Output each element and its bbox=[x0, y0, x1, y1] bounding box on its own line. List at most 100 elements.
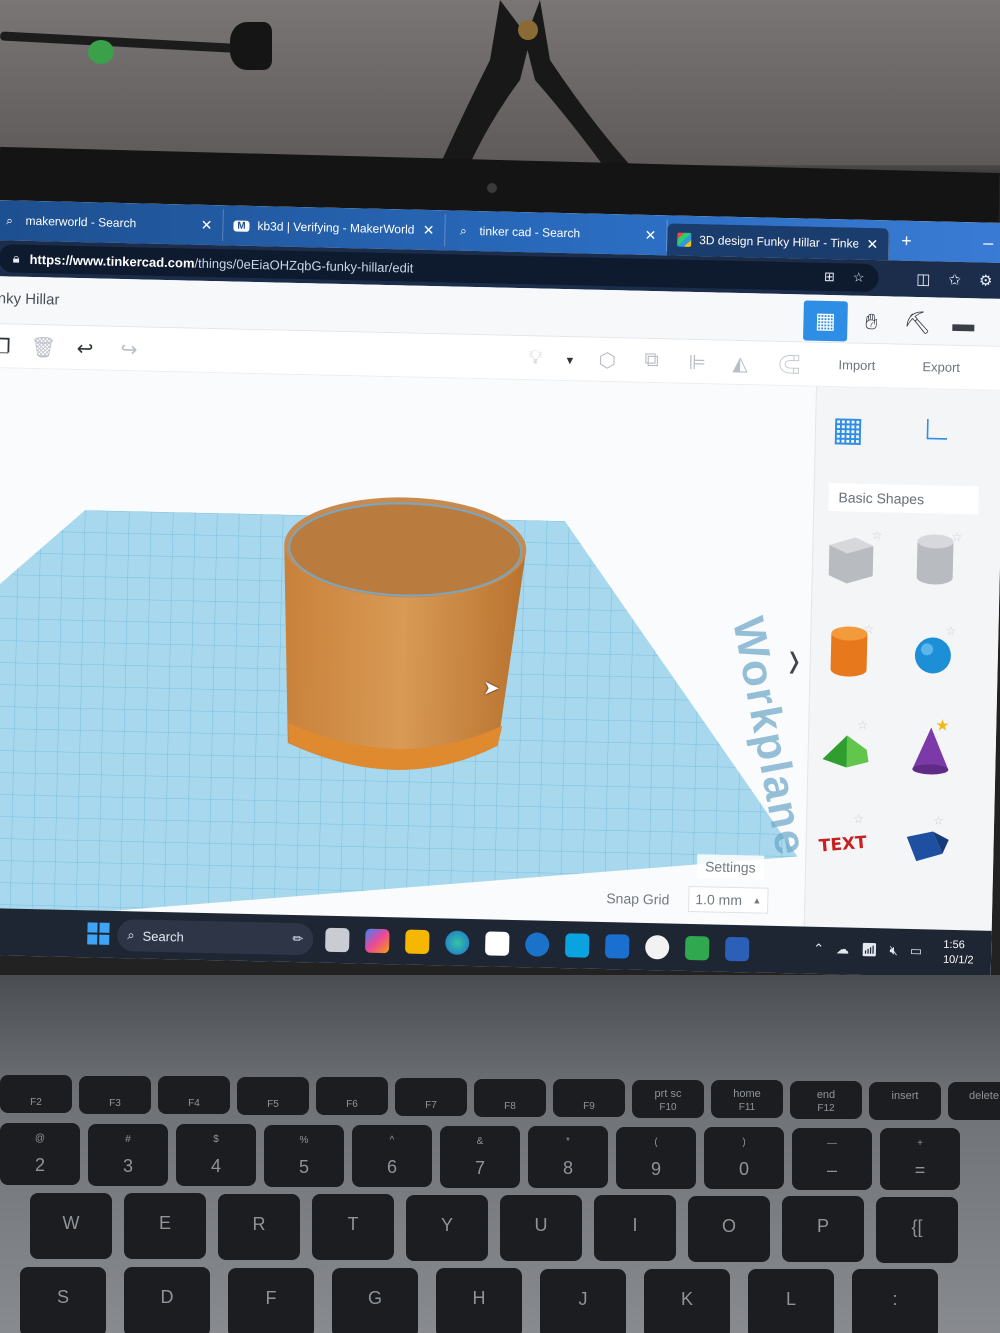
store-icon[interactable] bbox=[484, 931, 510, 956]
group-icon[interactable]: ⬡ bbox=[598, 348, 616, 373]
key-label: end bbox=[816, 1089, 836, 1101]
start-windows-icon[interactable] bbox=[87, 922, 110, 945]
favorite-star-icon[interactable]: ☆ bbox=[853, 270, 865, 286]
excel-icon[interactable] bbox=[684, 935, 710, 961]
keyboard-key: P bbox=[782, 1196, 864, 1263]
dell-icon[interactable] bbox=[524, 932, 550, 957]
copilot-icon[interactable] bbox=[365, 928, 390, 954]
app-available-icon[interactable]: ⊞ bbox=[824, 269, 835, 285]
tab-label: kb3d | Verifying - MakerWorld bbox=[257, 219, 415, 237]
star-icon[interactable]: ☆ bbox=[945, 624, 956, 638]
battery-icon[interactable]: ▭ bbox=[910, 943, 923, 959]
keyboard-key: F6 bbox=[316, 1077, 388, 1116]
keyboard-key: F5 bbox=[237, 1076, 309, 1115]
design-title[interactable]: nky Hillar bbox=[0, 290, 60, 308]
taskbar-clock[interactable]: 1:56 10/1/2 bbox=[943, 938, 974, 969]
close-icon[interactable]: ✕ bbox=[423, 221, 435, 238]
onedrive-icon[interactable]: ☁ bbox=[836, 941, 849, 957]
key-sublabel: F6 bbox=[346, 1099, 358, 1111]
key-label: K bbox=[680, 1288, 693, 1309]
tab-tinkercad-design[interactable]: 3D design Funky Hillar - Tinkerc ✕ bbox=[666, 223, 890, 261]
key-sublabel: F9 bbox=[583, 1101, 595, 1113]
close-icon[interactable]: ✕ bbox=[644, 226, 656, 243]
ruler-icon[interactable]: ∟ bbox=[920, 409, 954, 449]
light-bulb-icon[interactable]: 💡︎ bbox=[528, 346, 542, 369]
key-sublabel: & bbox=[476, 1135, 484, 1147]
sim-lab-button[interactable]: ✋︎ bbox=[849, 301, 894, 342]
file-explorer-icon[interactable] bbox=[405, 929, 430, 955]
key-sublabel: F11 bbox=[738, 1102, 756, 1114]
wifi-icon[interactable]: 📶︎ bbox=[861, 942, 878, 958]
mirror-icon[interactable]: ◭ bbox=[732, 351, 748, 376]
cup-3d-object[interactable] bbox=[275, 493, 532, 789]
star-icon[interactable]: ☆ bbox=[853, 812, 864, 826]
edge-browser-icon[interactable] bbox=[444, 930, 470, 956]
collapse-panel-button[interactable]: ❭ bbox=[784, 648, 803, 674]
copy-icon[interactable]: ❐ bbox=[0, 334, 11, 359]
close-icon[interactable]: ✕ bbox=[866, 235, 878, 252]
key-label: 0 bbox=[738, 1159, 749, 1179]
keyboard-key: delete bbox=[948, 1082, 1000, 1121]
ungroup-icon[interactable]: ⧉ bbox=[644, 349, 659, 372]
star-icon[interactable]: ☆ bbox=[863, 622, 874, 636]
cone-shape[interactable] bbox=[900, 719, 961, 780]
3d-viewport[interactable]: Workplane ➤ ❭ Settings Snap Grid 1.0 mm ▲ bbox=[0, 367, 816, 927]
shape-category-select[interactable]: Basic Shapes bbox=[828, 483, 979, 515]
taskbar-search[interactable]: ⌕ Search ✏︎ bbox=[116, 919, 314, 956]
key-label: I bbox=[632, 1215, 638, 1236]
snap-grid-select[interactable]: 1.0 mm ▲ bbox=[688, 885, 769, 914]
trash-icon[interactable]: 🗑︎ bbox=[30, 335, 56, 361]
star-icon[interactable]: ☆ bbox=[951, 530, 962, 544]
tab-makerworld-search[interactable]: ⌕ makerworld - Search ✕ bbox=[0, 203, 224, 242]
align-icon[interactable]: ⊫ bbox=[688, 350, 706, 375]
volume-icon[interactable]: 🔇︎ bbox=[889, 943, 898, 959]
key-label: delete bbox=[969, 1090, 999, 1103]
keyboard-key: W bbox=[30, 1193, 112, 1259]
app-icon[interactable] bbox=[644, 935, 670, 960]
export-button[interactable]: Export bbox=[922, 359, 960, 375]
favorites-icon[interactable]: ✩ bbox=[948, 271, 961, 289]
key-sublabel: F10 bbox=[659, 1101, 677, 1113]
import-button[interactable]: Import bbox=[838, 357, 875, 373]
chevron-up-icon[interactable]: ⌃ bbox=[813, 941, 824, 957]
keyboard-key: L bbox=[748, 1269, 834, 1333]
keyboard-key: 4 $ bbox=[176, 1124, 256, 1186]
extensions-icon[interactable]: ⚙ bbox=[979, 271, 993, 289]
text-shape[interactable]: TEXT bbox=[814, 811, 875, 872]
star-icon[interactable]: ☆ bbox=[871, 528, 882, 542]
bricks-button[interactable]: ▬ bbox=[941, 304, 986, 345]
key-sublabel: ^ bbox=[389, 1135, 395, 1146]
workplane-grid-icon[interactable]: ▦ bbox=[832, 409, 865, 450]
word-icon[interactable] bbox=[724, 936, 750, 962]
star-filled-icon[interactable]: ★ bbox=[935, 716, 950, 736]
close-icon[interactable]: ✕ bbox=[201, 216, 213, 233]
tab-makerworld-verifying[interactable]: M kb3d | Verifying - MakerWorld ✕ bbox=[223, 209, 446, 247]
task-view-icon[interactable] bbox=[325, 927, 350, 953]
build-button[interactable]: ⛏︎ bbox=[895, 303, 940, 344]
outlook-icon[interactable] bbox=[604, 934, 630, 959]
settings-button[interactable]: Settings bbox=[696, 854, 764, 880]
search-highlight-icon: ✏︎ bbox=[292, 931, 304, 947]
svg-text:TEXT: TEXT bbox=[818, 833, 868, 857]
cruise-icon[interactable]: 🧲︎ bbox=[776, 352, 802, 378]
tab-tinkercad-search[interactable]: ⌕ tinker cad - Search ✕ bbox=[445, 214, 668, 252]
star-icon[interactable]: ☆ bbox=[933, 814, 944, 828]
split-screen-icon[interactable]: ◫ bbox=[916, 270, 931, 288]
view-mode-buttons: ▦ ✋︎ ⛏︎ ▬ bbox=[803, 300, 986, 344]
search-icon: ⌕ bbox=[127, 927, 135, 943]
redo-icon[interactable]: ↪ bbox=[120, 337, 137, 362]
undo-icon[interactable]: ↩ bbox=[76, 336, 93, 361]
key-sublabel: F5 bbox=[267, 1098, 279, 1110]
grid-view-button[interactable]: ▦ bbox=[803, 300, 848, 342]
roof-shape[interactable] bbox=[816, 717, 877, 778]
half-sphere-shape[interactable] bbox=[898, 813, 959, 874]
tool-suction-cup bbox=[230, 22, 272, 70]
key-label: E bbox=[158, 1213, 171, 1234]
new-tab-button[interactable]: + bbox=[889, 230, 924, 252]
clipchamp-icon[interactable] bbox=[564, 933, 590, 958]
key-label: S bbox=[56, 1287, 69, 1307]
keyboard-key: prt sc F10 bbox=[632, 1079, 704, 1118]
chevron-down-icon[interactable]: ▼ bbox=[564, 355, 575, 367]
star-icon[interactable]: ☆ bbox=[857, 718, 868, 732]
minimize-button[interactable]: – bbox=[983, 232, 1000, 254]
